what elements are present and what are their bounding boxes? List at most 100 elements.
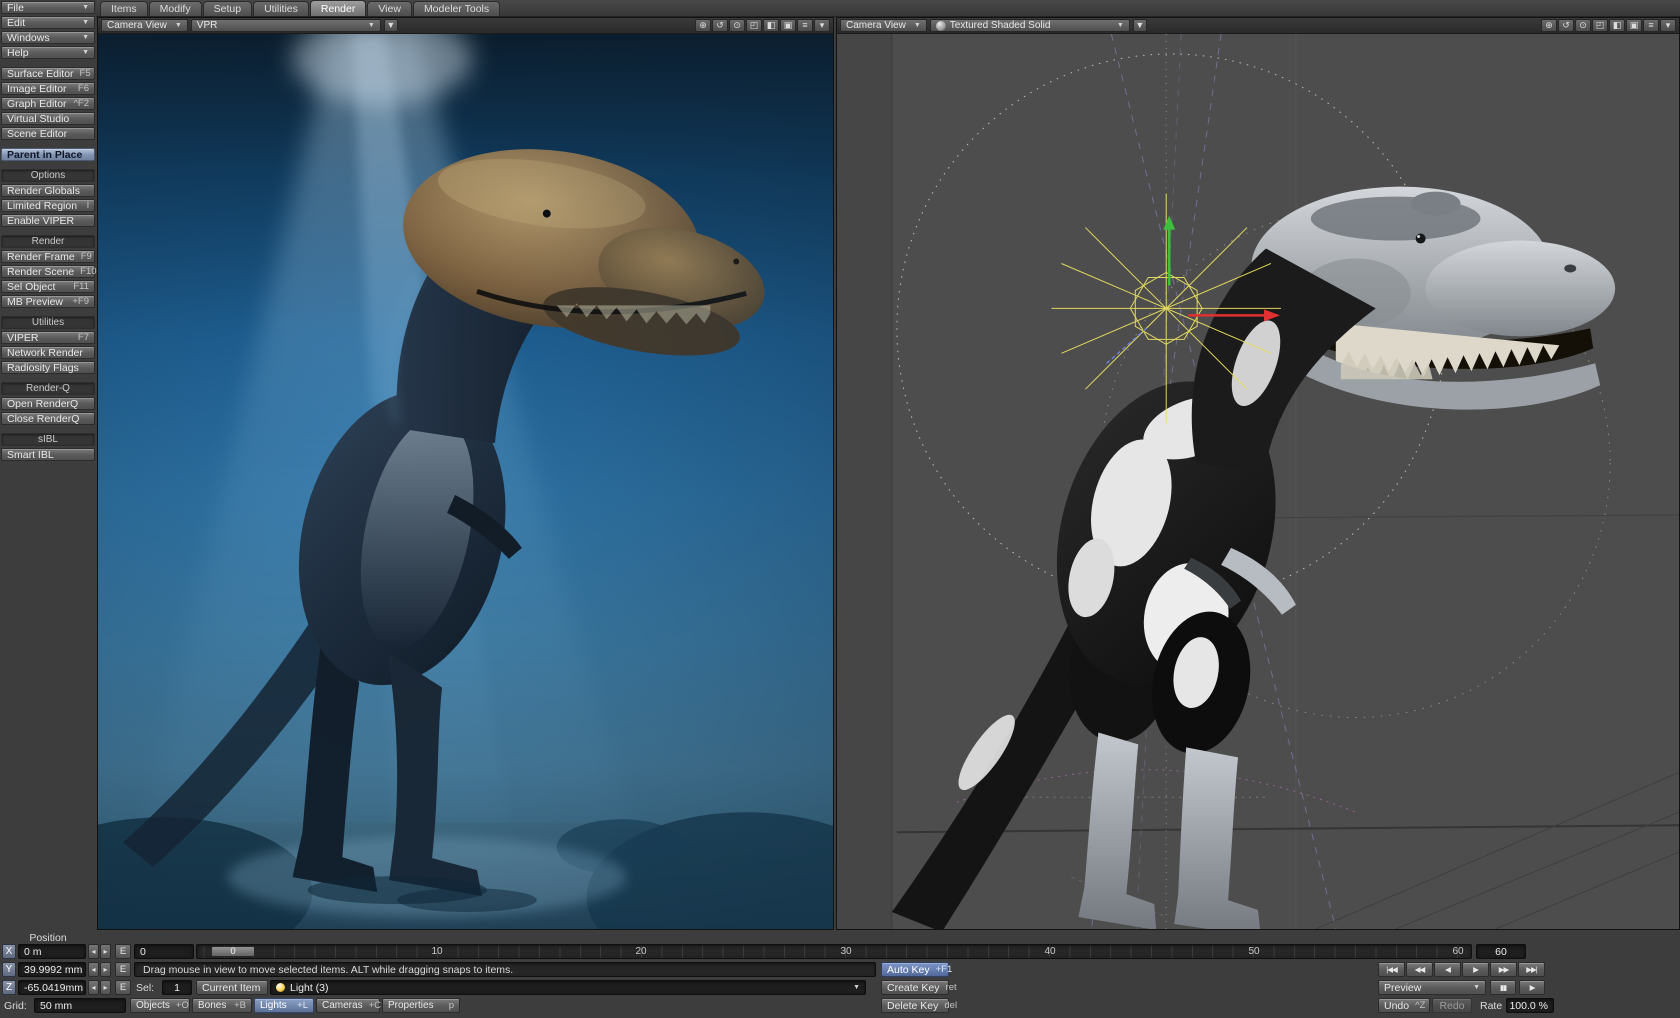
toggle-objects[interactable]: Objects+O [130,998,190,1013]
toggle-properties[interactable]: Propertiesp [382,998,460,1013]
z-envelope-button[interactable]: E [115,980,131,995]
x-value-field[interactable]: 0 m [18,944,86,959]
zoom-icon[interactable]: ⊙ [1575,19,1591,32]
chevron-down-icon: ▼ [368,22,375,29]
undo-button[interactable]: Undo^Z [1378,998,1430,1013]
y-nudge-right[interactable]: ▸ [100,962,111,977]
panel-menu-icon[interactable]: ≡ [1643,19,1659,32]
timeline-handle[interactable]: 0 [211,946,255,957]
right-view-mode-dropdown[interactable]: Camera View▼ [840,19,927,32]
current-item-button[interactable]: Current Item [196,980,268,995]
left-shading-mode-dropdown[interactable]: VPR▼ [191,19,381,32]
x-nudge-left[interactable]: ◂ [88,944,99,959]
x-envelope-button[interactable]: E [115,944,131,959]
transport-next-key-button[interactable]: ▶▶ [1490,962,1517,977]
sidebar-button-render-globals[interactable]: Render Globals [1,184,95,197]
y-axis-badge[interactable]: Y [2,962,16,977]
transport-step-back-button[interactable]: ◀ [1434,962,1461,977]
sidebar-button-image-editor[interactable]: Image EditorF6 [1,82,95,95]
current-item-dropdown[interactable]: Light (3) ▼ [270,980,866,995]
pan-icon[interactable]: ⊕ [1541,19,1557,32]
sidebar-button-render-scene[interactable]: Render SceneF10 [1,265,95,278]
x-axis-badge[interactable]: X [2,944,16,959]
z-nudge-right[interactable]: ▸ [100,980,111,995]
shading-icon[interactable]: ▣ [1626,19,1642,32]
sel-count-field[interactable]: 1 [162,980,192,995]
zoom-icon[interactable]: ⊙ [729,19,745,32]
z-value-field[interactable]: -65.0419mm [18,980,86,995]
left-viewport-options-dropdown-icon[interactable]: ▼ [384,19,398,32]
create-key-button[interactable]: Create Keyret [881,980,949,995]
options-icon[interactable]: ▾ [1660,19,1676,32]
transport-first-frame-button[interactable]: |◀◀ [1378,962,1405,977]
delete-key-button[interactable]: Delete Keydel [881,998,949,1013]
grid-size-field[interactable]: 50 mm [34,998,126,1013]
rotate-icon[interactable]: ↺ [712,19,728,32]
auto-key-button[interactable]: Auto Key+F1 [881,962,949,977]
single-pane-icon[interactable]: ◧ [763,19,779,32]
panel-menu-icon[interactable]: ≡ [797,19,813,32]
sidebar-button-graph-editor[interactable]: Graph Editor^F2 [1,97,95,110]
tab-modeler-tools[interactable]: Modeler Tools [413,1,500,16]
sidebar-button-parent-in-place[interactable]: Parent in Place [1,148,95,161]
single-pane-icon[interactable]: ◧ [1609,19,1625,32]
menu-file[interactable]: File▼ [1,1,95,14]
sidebar-button-sel-object[interactable]: Sel ObjectF11 [1,280,95,293]
play-button[interactable]: ▶ [1519,980,1545,995]
x-nudge-right[interactable]: ▸ [100,944,111,959]
fit-icon[interactable]: ◰ [746,19,762,32]
sidebar-button-surface-editor[interactable]: Surface EditorF5 [1,67,95,80]
y-envelope-button[interactable]: E [115,962,131,977]
z-axis-badge[interactable]: Z [2,980,16,995]
sidebar-button-network-render[interactable]: Network Render [1,346,95,359]
shading-icon[interactable]: ▣ [780,19,796,32]
transport-step-forward-button[interactable]: ▶ [1462,962,1489,977]
current-frame-field[interactable]: 0 [134,944,194,959]
preview-dropdown[interactable]: Preview▼ [1378,980,1486,995]
left-view-mode-dropdown[interactable]: Camera View▼ [101,19,188,32]
right-shading-mode-dropdown[interactable]: Textured Shaded Solid▼ [930,19,1130,32]
sidebar-button-close-renderq[interactable]: Close RenderQ [1,412,95,425]
transport-last-frame-button[interactable]: ▶▶| [1518,962,1545,977]
pause-button[interactable]: ▮▮ [1490,980,1516,995]
right-viewport-options-dropdown-icon[interactable]: ▼ [1133,19,1147,32]
menu-windows[interactable]: Windows▼ [1,31,95,44]
tab-render[interactable]: Render [310,0,366,16]
toggle-cameras[interactable]: Cameras+C [316,998,380,1013]
tab-modify[interactable]: Modify [149,1,202,16]
menu-help[interactable]: Help▼ [1,46,95,59]
sidebar-button-radiosity-flags[interactable]: Radiosity Flags [1,361,95,374]
y-nudge-left[interactable]: ◂ [88,962,99,977]
timeline-ruler[interactable]: 0 10 20 30 40 50 60 0 [196,944,1472,959]
sidebar-button-viper[interactable]: VIPERF7 [1,331,95,344]
sidebar-button-render-frame[interactable]: Render FrameF9 [1,250,95,263]
redo-button[interactable]: Redo [1432,998,1472,1013]
water-fog-overlay [98,34,833,929]
toggle-lights[interactable]: Lights+L [254,998,314,1013]
tab-items[interactable]: Items [100,1,148,16]
rotate-icon[interactable]: ↺ [1558,19,1574,32]
fit-icon[interactable]: ◰ [1592,19,1608,32]
tab-setup[interactable]: Setup [203,1,252,16]
rate-field[interactable]: 100.0 % [1506,998,1554,1013]
transport-prev-key-button[interactable]: ◀◀ [1406,962,1433,977]
sidebar-button-open-renderq[interactable]: Open RenderQ [1,397,95,410]
right-viewport-canvas[interactable] [837,34,1679,929]
options-icon[interactable]: ▾ [814,19,830,32]
tab-utilities[interactable]: Utilities [253,1,309,16]
sidebar-button-limited-region[interactable]: Limited Regionl [1,199,95,212]
pan-icon[interactable]: ⊕ [695,19,711,32]
end-frame-field[interactable]: 60 [1476,944,1526,959]
z-nudge-left[interactable]: ◂ [88,980,99,995]
sidebar-button-mb-preview[interactable]: MB Preview+F9 [1,295,95,308]
sidebar-button-virtual-studio[interactable]: Virtual Studio [1,112,95,125]
toggle-bones[interactable]: Bones+B [192,998,252,1013]
sidebar-button-smart-ibl[interactable]: Smart IBL [1,448,95,461]
left-viewport-canvas[interactable] [98,34,833,929]
section-header-options: Options [1,169,95,182]
menu-edit[interactable]: Edit▼ [1,16,95,29]
sidebar-button-scene-editor[interactable]: Scene Editor [1,127,95,140]
y-value-field[interactable]: 39.9992 mm [18,962,86,977]
tab-view[interactable]: View [367,1,412,16]
sidebar-button-enable-viper[interactable]: Enable VIPER [1,214,95,227]
